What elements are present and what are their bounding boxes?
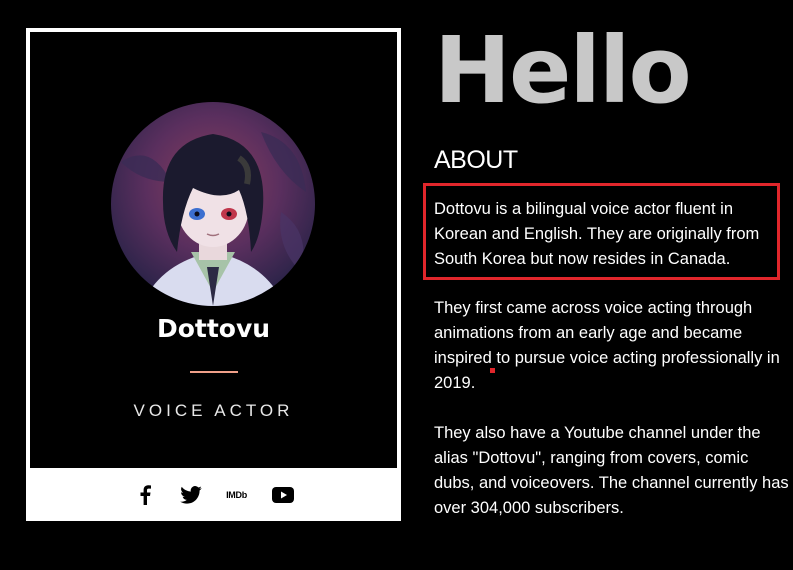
- about-paragraph-2: They first came across voice acting thro…: [434, 299, 780, 392]
- profile-role: VOICE ACTOR: [133, 401, 294, 420]
- profile-card: Dottovu VOICE ACTOR IMDb: [26, 28, 401, 521]
- avatar: [111, 102, 315, 306]
- avatar-image: [111, 102, 315, 306]
- youtube-icon[interactable]: [271, 483, 295, 507]
- facebook-icon[interactable]: [133, 483, 157, 507]
- imdb-icon[interactable]: IMDb: [225, 483, 249, 507]
- about-heading: ABOUT: [434, 146, 518, 174]
- profile-name: Dottovu: [156, 314, 271, 343]
- about-paragraph-1: Dottovu is a bilingual voice actor fluen…: [434, 200, 760, 268]
- imdb-label: IMDb: [226, 489, 247, 500]
- cursor-marker: [490, 368, 495, 373]
- profile-card-body: Dottovu VOICE ACTOR: [30, 32, 397, 468]
- name-divider: [190, 371, 238, 373]
- about-paragraph-3: They also have a Youtube channel under t…: [434, 424, 789, 517]
- twitter-icon[interactable]: [179, 483, 203, 507]
- social-links: IMDb: [26, 468, 401, 521]
- hero-title: Hello: [434, 17, 692, 124]
